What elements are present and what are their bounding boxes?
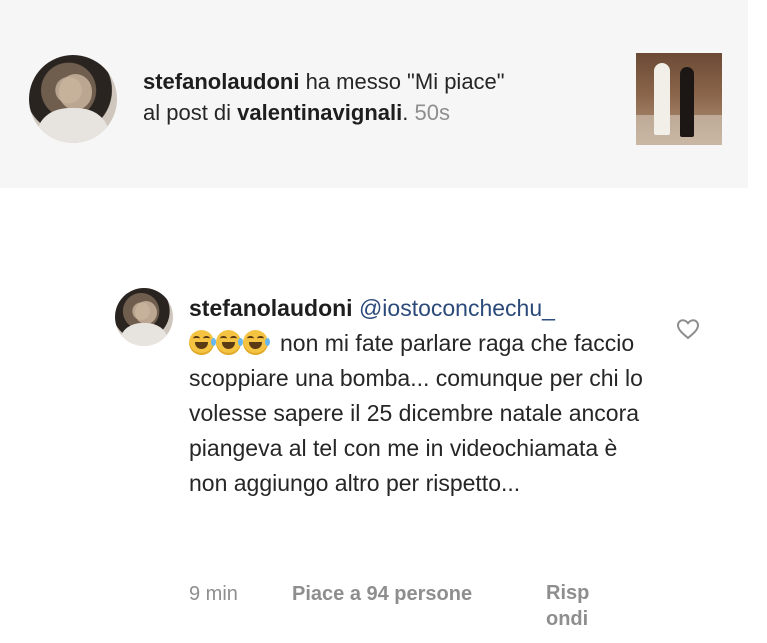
comment-mention[interactable]: @iostoconchechu_ — [359, 295, 555, 321]
reply-button[interactable]: Risp ondi — [546, 580, 606, 632]
notification-time: 50s — [408, 100, 450, 125]
like-notification[interactable]: stefanolaudoni ha messo "Mi piace" al po… — [0, 0, 748, 188]
comment-text: non mi fate parlare raga che faccio scop… — [189, 326, 659, 501]
grinning-tears-emoji — [189, 330, 216, 355]
thumbnail-person-left — [654, 63, 670, 135]
notification-text: stefanolaudoni ha messo "Mi piace" al po… — [143, 66, 623, 128]
comment-text-first: non mi fate parlare raga — [280, 330, 525, 356]
emoji-group — [189, 330, 270, 356]
avatar-face — [134, 300, 157, 324]
notification-username[interactable]: stefanolaudoni — [143, 69, 299, 94]
heart-icon[interactable] — [676, 318, 700, 340]
comment-time: 9 min — [189, 583, 238, 605]
notification-target-user[interactable]: valentinavignali — [237, 100, 402, 125]
grinning-tears-emoji — [216, 330, 243, 355]
thumbnail-person-right — [680, 67, 694, 137]
comment-likes-link[interactable]: Piace a 94 persone — [292, 580, 472, 608]
avatar-face — [58, 74, 93, 110]
avatar-shirt — [37, 107, 109, 143]
thumbnail-floor — [636, 115, 722, 145]
comment-username[interactable]: stefanolaudoni — [189, 295, 353, 321]
notification-action-mid: al post di — [143, 100, 238, 125]
comment-avatar[interactable] — [115, 288, 173, 346]
avatar-shirt — [120, 322, 168, 346]
notification-avatar[interactable] — [29, 55, 117, 143]
grinning-tears-emoji — [243, 330, 270, 355]
notification-action: ha messo "Mi piace" — [299, 69, 505, 94]
post-thumbnail[interactable] — [636, 53, 722, 145]
comment-header: stefanolaudoni @iostoconchechu_ — [189, 292, 555, 324]
